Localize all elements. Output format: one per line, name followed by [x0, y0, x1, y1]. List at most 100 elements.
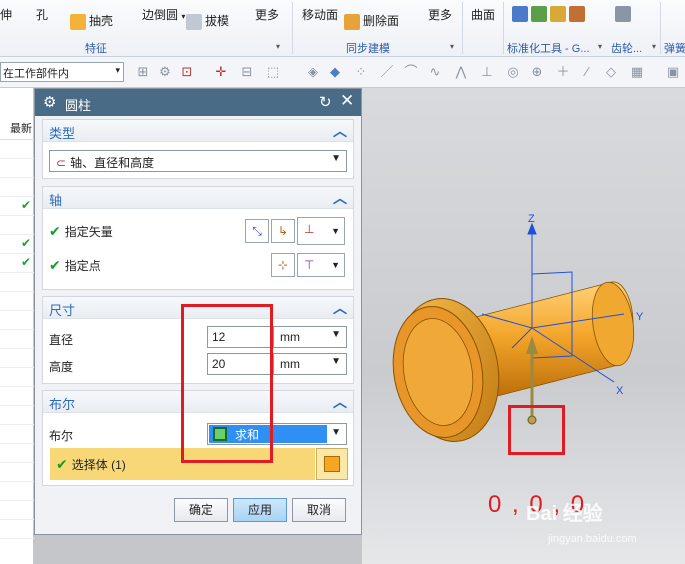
center-icon[interactable]: ⊕ — [530, 65, 544, 79]
list-item[interactable]: ✔ — [0, 235, 34, 254]
list-item[interactable]: ✔ — [0, 254, 34, 273]
group-gear-label: 齿轮... — [611, 43, 643, 55]
chevron-down-icon: ▾ — [115, 65, 120, 75]
close-icon[interactable]: ✕ — [340, 91, 354, 111]
list-item[interactable] — [0, 444, 34, 463]
group-expand-icon[interactable]: ▾ — [598, 42, 602, 51]
snap-icon[interactable]: ⊡ — [180, 65, 194, 79]
group-feature-label: 特征 — [85, 43, 107, 55]
points-icon[interactable]: ⁘ — [354, 65, 368, 79]
surface-button[interactable]: 曲面 — [471, 6, 495, 23]
group-expand-icon[interactable]: ▾ — [276, 42, 280, 51]
more-sync-button[interactable]: 更多 — [428, 6, 452, 23]
box-select-icon[interactable]: ⬚ — [266, 65, 280, 79]
assembly-icon — [531, 6, 547, 22]
apply-button[interactable]: 应用 — [233, 498, 287, 522]
delete-face-button[interactable]: 删除面 — [344, 12, 399, 30]
list-item[interactable] — [0, 140, 34, 159]
reverse-direction-icon[interactable]: ⤡ — [245, 219, 269, 243]
filter-icon[interactable]: ⊞ — [136, 65, 150, 79]
diameter-unit-select[interactable]: mm ▼ — [273, 326, 347, 348]
hole-button[interactable]: 孔 — [36, 6, 48, 23]
draft-button[interactable]: 拔模 — [186, 12, 229, 30]
spline-icon[interactable]: ∿ — [428, 65, 442, 79]
move-face-button[interactable]: 移动面 — [302, 6, 338, 23]
more-feature-button[interactable]: 更多 — [255, 6, 279, 23]
list-item[interactable] — [0, 273, 34, 292]
std-tool-icons[interactable] — [512, 6, 588, 22]
specify-vector-row: ✔ 指定矢量 — [49, 223, 113, 240]
list-item[interactable] — [0, 159, 34, 178]
list-item[interactable] — [0, 387, 34, 406]
chevron-down-icon: ▼ — [331, 427, 341, 438]
extrude-button[interactable]: 伸 — [0, 6, 12, 23]
list-item[interactable] — [0, 406, 34, 425]
selection-scope-select[interactable]: 在工作部件内 ▾ — [0, 62, 124, 82]
reset-icon[interactable]: ↻ — [319, 93, 332, 111]
shell-icon — [70, 13, 86, 30]
list-item[interactable] — [0, 349, 34, 368]
group-spring-label: 弹簧 — [664, 43, 685, 55]
chevron-up-icon[interactable]: ︿ — [333, 121, 347, 141]
cancel-button[interactable]: 取消 — [292, 498, 346, 522]
point-type-select[interactable]: ⊤ ▼ — [297, 253, 345, 277]
dialog-title-bar[interactable]: ⚙ 圆柱 ↻ ✕ — [35, 89, 361, 116]
axis-section-header[interactable]: 轴 ︿ — [43, 187, 353, 209]
settings-icon[interactable]: ⚙ — [158, 65, 172, 79]
select-body-button[interactable] — [316, 448, 348, 480]
boolean-label: 布尔 — [49, 429, 74, 443]
polyline-icon[interactable]: ⋀ — [454, 65, 468, 79]
list-item[interactable] — [0, 330, 34, 349]
list-item[interactable] — [0, 520, 34, 539]
edge-icon[interactable]: ◇ — [604, 65, 618, 79]
type-section-header[interactable]: 类型 ︿ — [43, 120, 353, 142]
list-item[interactable]: ✔ — [0, 197, 34, 216]
diameter-label: 直径 — [49, 333, 74, 347]
point-dialog-icon[interactable]: ⊹ — [271, 253, 295, 277]
view-icon[interactable]: ▣ — [666, 65, 680, 79]
cross-icon[interactable]: ＋ — [556, 65, 570, 79]
list-item[interactable] — [0, 311, 34, 330]
type-select[interactable]: ⊂ 轴、直径和高度 ▼ — [49, 150, 347, 172]
tangent-icon[interactable]: ⁄ — [580, 65, 594, 79]
gear-tool-icon[interactable] — [615, 6, 634, 22]
group-expand-icon[interactable]: ▾ — [450, 42, 454, 51]
axis-z-label: Z — [528, 213, 535, 225]
section-title: 轴 — [49, 193, 63, 208]
list-item[interactable] — [0, 501, 34, 520]
check-icon: ✔ — [49, 257, 61, 273]
list-item[interactable] — [0, 292, 34, 311]
grid-icon[interactable]: ▦ — [630, 65, 644, 79]
list-item[interactable] — [0, 482, 34, 501]
shell-button[interactable]: 抽壳 — [70, 12, 113, 30]
intersect-icon[interactable]: ⊥ — [480, 65, 494, 79]
line-icon[interactable]: ／ — [380, 65, 394, 79]
curve-icon[interactable]: ⌒ — [404, 65, 418, 79]
chevron-up-icon[interactable]: ︿ — [333, 298, 347, 318]
list-item[interactable] — [0, 216, 34, 235]
body-icon[interactable]: ◆ — [328, 65, 342, 79]
ok-button[interactable]: 确定 — [174, 498, 228, 522]
edge-blend-button[interactable]: 边倒圆 ▾ — [142, 6, 185, 23]
section-title: 类型 — [49, 126, 76, 141]
section-title: 布尔 — [49, 397, 76, 412]
vector-type-select[interactable]: ⊥ ▼ — [297, 217, 345, 245]
list-item[interactable] — [0, 368, 34, 387]
list-item[interactable] — [0, 425, 34, 444]
vector-dialog-icon[interactable]: ↳ — [271, 219, 295, 243]
list-item[interactable] — [0, 463, 34, 482]
point-icon[interactable]: ✛ — [214, 65, 228, 79]
group-expand-icon[interactable]: ▾ — [652, 42, 656, 51]
height-unit-select[interactable]: mm ▼ — [273, 353, 347, 375]
watermark-logo: Bai 经验 — [526, 503, 603, 525]
ribbon-divider — [292, 2, 293, 54]
list-item[interactable] — [0, 178, 34, 197]
chevron-up-icon[interactable]: ︿ — [333, 188, 347, 208]
circle-icon[interactable]: ◎ — [506, 65, 520, 79]
selection-scope-value: 在工作部件内 — [3, 68, 69, 80]
face-icon[interactable]: ◈ — [306, 65, 320, 79]
select-icon[interactable]: ⊟ — [240, 65, 254, 79]
ribbon-divider — [660, 2, 661, 54]
annotation-box-dimensions — [181, 304, 273, 463]
chevron-up-icon[interactable]: ︿ — [333, 392, 347, 412]
